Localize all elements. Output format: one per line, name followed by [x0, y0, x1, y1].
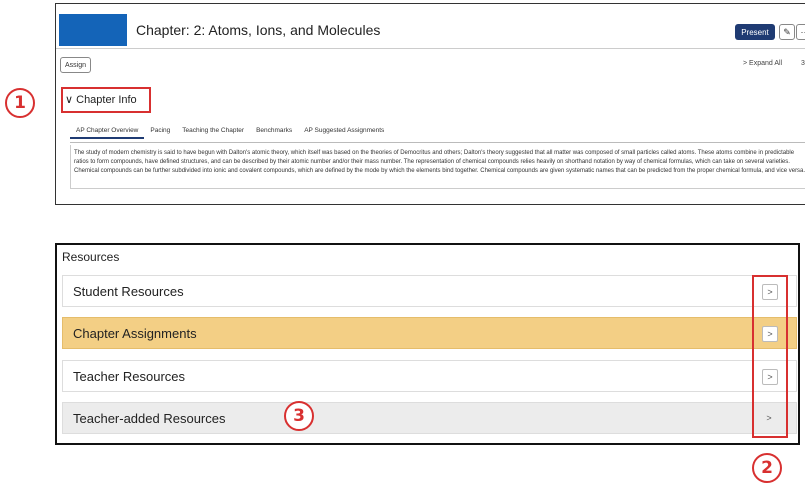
tab-pacing[interactable]: Pacing: [144, 127, 176, 139]
chapter-overview-text: The study of modern chemistry is said to…: [70, 145, 805, 189]
resources-title: Resources: [62, 250, 120, 264]
tab-ap-suggested-assignments[interactable]: AP Suggested Assignments: [298, 127, 390, 139]
assign-button[interactable]: Assign: [60, 57, 92, 73]
chapter-info-label: Chapter Info: [76, 94, 137, 106]
expand-all-link[interactable]: > Expand All: [743, 60, 782, 67]
header-divider: [56, 48, 805, 49]
resource-row-teacher-added-resources[interactable]: Teacher-added Resources >: [62, 402, 797, 434]
callout-2: 2: [752, 453, 782, 483]
more-options-icon[interactable]: ···: [796, 24, 805, 40]
present-button[interactable]: Present: [735, 24, 775, 40]
resource-label: Teacher Resources: [73, 369, 185, 384]
resources-panel: Resources Student Resources > Chapter As…: [55, 243, 800, 445]
chapter-thumbnail: [59, 14, 127, 46]
page-number: 3: [801, 60, 805, 67]
resource-row-teacher-resources[interactable]: Teacher Resources >: [62, 360, 797, 392]
resource-label: Chapter Assignments: [73, 326, 197, 341]
chapter-info-toggle[interactable]: ∨ Chapter Info: [65, 93, 137, 106]
chevrons-highlight: [752, 275, 788, 438]
resource-row-student-resources[interactable]: Student Resources >: [62, 275, 797, 307]
tab-ap-chapter-overview[interactable]: AP Chapter Overview: [70, 127, 145, 139]
tab-benchmarks[interactable]: Benchmarks: [250, 127, 298, 139]
tab-teaching-the-chapter[interactable]: Teaching the Chapter: [176, 127, 250, 139]
resource-row-chapter-assignments[interactable]: Chapter Assignments >: [62, 317, 797, 349]
resource-label: Student Resources: [73, 284, 184, 299]
callout-3: 3: [284, 401, 314, 431]
chapter-info-tabs: AP Chapter Overview Pacing Teaching the …: [70, 127, 390, 139]
chapter-panel: Chapter: 2: Atoms, Ions, and Molecules P…: [55, 3, 805, 205]
resource-label: Teacher-added Resources: [73, 411, 226, 426]
tab-divider: [70, 142, 805, 143]
edit-icon[interactable]: ✎: [779, 24, 795, 40]
chapter-title: Chapter: 2: Atoms, Ions, and Molecules: [136, 22, 381, 38]
callout-1: 1: [5, 88, 35, 118]
chevron-down-icon: ∨: [65, 94, 74, 106]
